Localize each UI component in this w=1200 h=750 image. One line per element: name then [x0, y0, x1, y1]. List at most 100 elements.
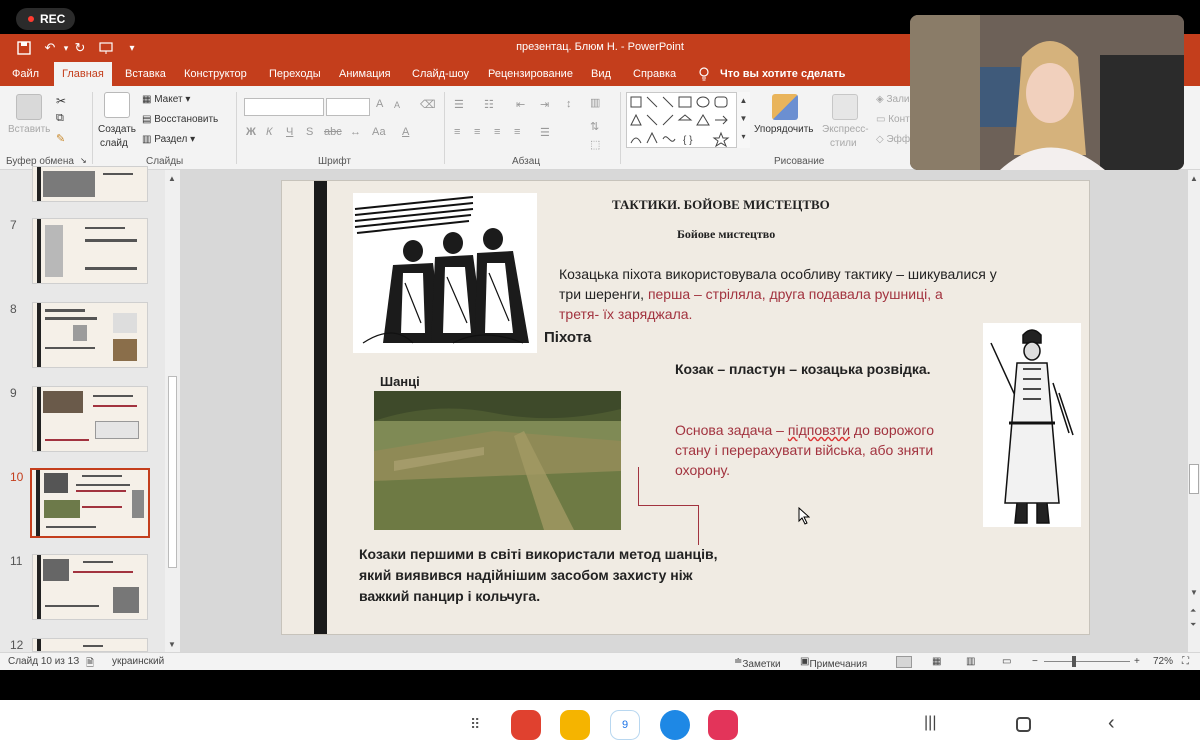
arrange-button[interactable]: Упорядочить [754, 124, 814, 135]
infantry-engraving-image[interactable] [353, 193, 537, 353]
paste-button[interactable]: Вставить [8, 124, 50, 135]
spelling-check-icon[interactable]: 🗎 [86, 656, 94, 673]
bullets-icon[interactable]: ☰ [454, 98, 464, 111]
quick-styles-icon[interactable] [832, 94, 858, 120]
thumbnails-scrollbar[interactable]: ▲ ▼ [165, 170, 180, 652]
quick-styles-dropdown[interactable]: стили [830, 138, 857, 149]
align-right-icon[interactable]: ≡ [494, 126, 500, 138]
distribute-icon[interactable]: ☰ [540, 126, 550, 139]
shape-outline-button[interactable]: ▭ Конт [876, 114, 910, 125]
new-slide-icon[interactable] [104, 92, 130, 118]
strikethrough-button[interactable]: abc [324, 126, 342, 138]
tab-animation[interactable]: Анимация [331, 62, 399, 86]
bold-button[interactable]: Ж [246, 126, 256, 138]
slideshow-view-icon[interactable]: ▭ [1002, 656, 1011, 667]
tab-help[interactable]: Справка [625, 62, 684, 86]
tab-home[interactable]: Главная [54, 62, 112, 86]
slide-thumbnail-10-selected[interactable] [30, 468, 150, 538]
quick-styles-button[interactable]: Экспресс- [822, 124, 869, 135]
calendar-app-icon[interactable]: 9 [610, 710, 640, 740]
previous-slide-icon[interactable]: ⏶ [1190, 606, 1196, 616]
change-case-button[interactable]: Аа [372, 126, 386, 138]
cut-icon[interactable]: ✂ [56, 94, 66, 108]
clipboard-launcher-icon[interactable]: ↘ [80, 156, 87, 165]
trenches-photo[interactable] [374, 391, 621, 530]
slide-sorter-icon[interactable]: ▦ [932, 656, 941, 667]
tab-slideshow[interactable]: Слайд-шоу [404, 62, 477, 86]
scroll-up-icon[interactable]: ▲ [1190, 174, 1198, 183]
columns-icon[interactable]: ▥ [590, 96, 600, 109]
slide-thumbnail-9[interactable] [32, 386, 148, 452]
text-direction-icon[interactable]: ⇅ [590, 120, 599, 133]
slide-thumbnail-6[interactable] [32, 166, 148, 202]
zoom-in-icon[interactable]: + [1134, 656, 1140, 667]
scroll-down-icon[interactable]: ▼ [1190, 588, 1198, 597]
smartart-icon[interactable]: ⬚ [590, 138, 600, 151]
fit-to-window-icon[interactable]: ⛶ [1182, 656, 1189, 667]
tab-file[interactable]: Файл [4, 62, 47, 86]
next-slide-icon[interactable]: ⏷ [1190, 620, 1196, 630]
files-app-icon[interactable] [560, 710, 590, 740]
char-spacing-icon[interactable]: ↔ [350, 126, 361, 138]
underline-button[interactable]: Ч [286, 126, 293, 138]
justify-icon[interactable]: ≡ [514, 126, 520, 138]
decrease-indent-icon[interactable]: ⇤ [516, 98, 525, 111]
format-painter-icon[interactable]: ✎ [56, 132, 65, 145]
normal-view-icon[interactable] [896, 656, 912, 668]
reset-button[interactable]: ▤ Восстановить [142, 114, 218, 125]
increase-font-icon[interactable]: A [376, 98, 383, 110]
decrease-font-icon[interactable]: A [394, 100, 400, 110]
font-size-combo[interactable] [326, 98, 370, 116]
shadow-button[interactable]: S [306, 126, 313, 138]
tab-design[interactable]: Конструктор [176, 62, 255, 86]
zoom-out-icon[interactable]: − [1032, 656, 1038, 667]
language-indicator[interactable]: украинский [112, 656, 164, 667]
zoom-slider-thumb[interactable] [1072, 656, 1076, 667]
recording-indicator[interactable]: REC [16, 8, 76, 30]
slide-thumbnail-8[interactable] [32, 302, 148, 368]
zoom-slider[interactable] [1044, 661, 1130, 662]
zoom-level[interactable]: 72% [1153, 656, 1173, 667]
tab-insert[interactable]: Вставка [117, 62, 174, 86]
align-center-icon[interactable]: ≡ [474, 126, 480, 138]
cossack-plastun-drawing[interactable] [983, 323, 1081, 527]
tab-review[interactable]: Рецензирование [480, 62, 581, 86]
tab-transitions[interactable]: Переходы [261, 62, 329, 86]
arrange-icon[interactable] [772, 94, 798, 120]
scroll-down-icon[interactable]: ▼ [168, 640, 176, 649]
editor-vertical-scrollbar[interactable]: ▲ ▼ ⏶ ⏷ [1188, 170, 1200, 652]
copy-icon[interactable]: ⧉ [56, 112, 64, 125]
back-icon[interactable]: ‹ [1108, 712, 1115, 735]
numbering-icon[interactable]: ☷ [484, 98, 494, 111]
tab-view[interactable]: Вид [583, 62, 619, 86]
comments-button[interactable]: ▣ Примечания [800, 656, 867, 670]
line-spacing-icon[interactable]: ↕ [566, 98, 572, 110]
app-drawer-icon[interactable]: ⠿ [470, 716, 480, 733]
font-name-combo[interactable] [244, 98, 324, 116]
reading-view-icon[interactable]: ▥ [966, 656, 975, 667]
tell-me-search[interactable]: Что вы хотите сделать [720, 62, 845, 86]
scroll-thumb[interactable] [1189, 464, 1199, 494]
shape-fill-button[interactable]: ◈ Зали [876, 94, 910, 105]
new-slide-dropdown[interactable]: слайд [100, 138, 128, 149]
align-left-icon[interactable]: ≡ [454, 126, 460, 138]
messages-app-icon[interactable] [660, 710, 690, 740]
shape-effects-button[interactable]: ◇ Эфф [876, 134, 910, 145]
font-color-icon[interactable]: A [402, 126, 409, 138]
section-button[interactable]: ▥ Раздел ▾ [142, 134, 195, 145]
scroll-up-icon[interactable]: ▲ [168, 174, 176, 183]
shapes-gallery-scroll[interactable]: ▲ ▼ ▾ [736, 92, 750, 148]
notes-app-icon[interactable] [511, 710, 541, 740]
layout-button[interactable]: ▦ Макет ▾ [142, 94, 190, 105]
scroll-thumb[interactable] [168, 376, 177, 568]
shapes-gallery[interactable]: { } [626, 92, 750, 148]
home-icon[interactable] [1016, 717, 1031, 732]
recent-apps-icon[interactable]: ||| [924, 714, 936, 732]
paste-icon[interactable] [16, 94, 42, 120]
italic-button[interactable]: К [266, 126, 272, 138]
increase-indent-icon[interactable]: ⇥ [540, 98, 549, 111]
slide-thumbnail-7[interactable] [32, 218, 148, 284]
clear-format-icon[interactable]: ⌫ [420, 98, 436, 111]
slide-canvas[interactable]: Піхота ТАКТИКИ. БОЙОВЕ МИСТЕЦТВО Бойове … [281, 180, 1090, 635]
slide-thumbnail-11[interactable] [32, 554, 148, 620]
